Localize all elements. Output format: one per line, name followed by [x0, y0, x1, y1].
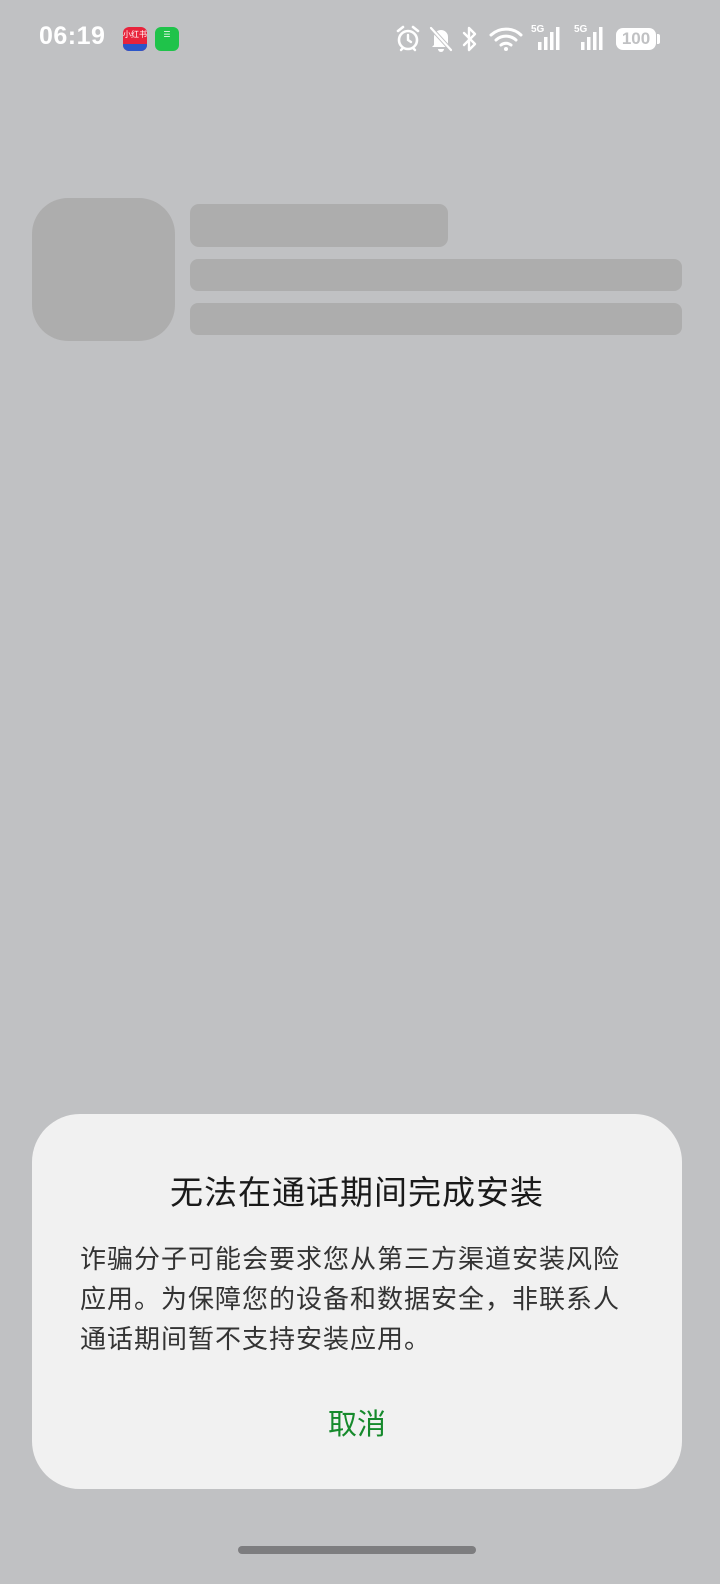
- battery-level: 100: [621, 29, 651, 48]
- bluetooth-icon: [462, 26, 477, 52]
- dialog-title: 无法在通话期间完成安装: [170, 1173, 544, 1212]
- app-info-placeholder: [190, 259, 682, 291]
- dialog-message: 诈骗分子可能会要求您从第三方渠道安装风险应用。为保障您的设备和数据安全，非联系人…: [80, 1245, 621, 1355]
- wifi-icon: [489, 27, 523, 51]
- cancel-button[interactable]: 取消: [282, 1399, 432, 1449]
- app-icon-placeholder: [32, 198, 175, 341]
- xiaohongshu-app-label: 小红书: [123, 30, 147, 39]
- alarm-icon: [396, 25, 420, 52]
- green-app-icon: ☰: [155, 27, 179, 51]
- app-info-placeholder: [190, 303, 682, 335]
- signal-5g-icon: 5G: [531, 24, 565, 52]
- app-name-placeholder: [190, 204, 448, 247]
- status-time: 06:19: [39, 22, 106, 50]
- xiaohongshu-app-icon: 小红书: [123, 27, 147, 51]
- status-bar: 06:19 小红书 ☰ 5G 5G 100: [0, 0, 720, 80]
- green-app-label: ☰: [163, 30, 171, 39]
- install-blocked-dialog: 无法在通话期间完成安装 诈骗分子可能会要求您从第三方渠道安装风险应用。为保障您的…: [32, 1114, 682, 1489]
- signal-5g-icon: 5G: [574, 24, 608, 52]
- battery-tip: [657, 34, 660, 44]
- home-indicator[interactable]: [238, 1546, 476, 1554]
- battery-icon: 100: [616, 28, 656, 50]
- bell-muted-icon: [429, 26, 453, 52]
